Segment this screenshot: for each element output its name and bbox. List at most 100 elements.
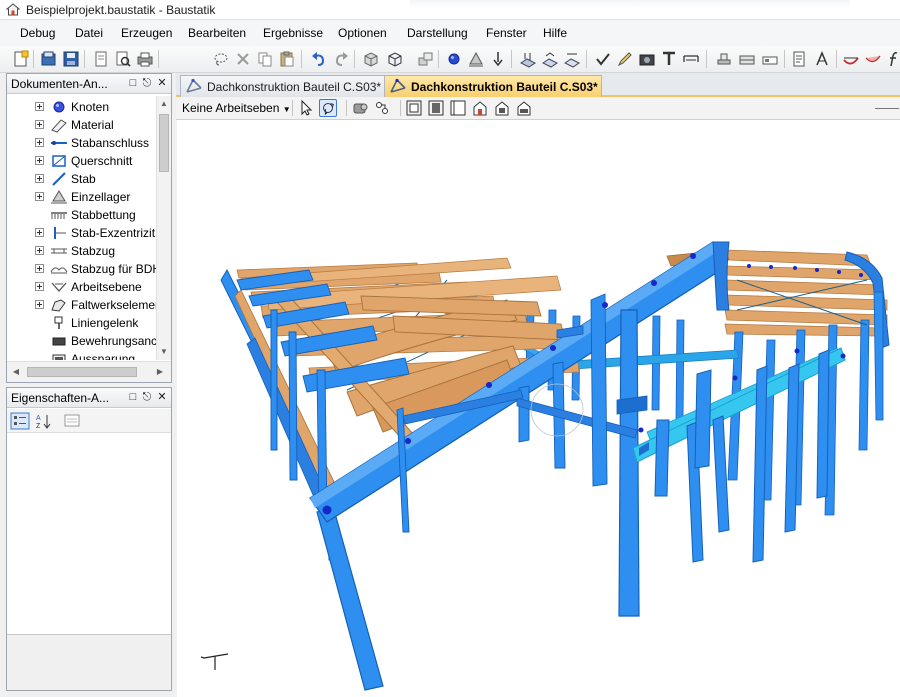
close-icon[interactable]: ✕ xyxy=(156,77,168,89)
pointer-icon[interactable] xyxy=(297,99,315,117)
menu-optionen[interactable]: Optionen xyxy=(338,26,387,40)
work-plane-select[interactable]: Keine Arbeitseben ▼ xyxy=(182,101,291,115)
expand-icon[interactable] xyxy=(35,102,44,111)
expand-icon[interactable] xyxy=(35,228,44,237)
save-icon[interactable] xyxy=(62,50,80,68)
categorized-icon[interactable] xyxy=(10,412,30,430)
tree-item-querschnitt[interactable]: Querschnitt xyxy=(7,152,157,170)
scroll-up-icon[interactable]: ▲ xyxy=(157,97,171,111)
plate-icon[interactable] xyxy=(715,50,733,68)
print-preview-icon[interactable] xyxy=(114,50,132,68)
load-area-icon[interactable] xyxy=(541,50,559,68)
tree-vertical-scrollbar[interactable]: ▲ ▼ xyxy=(156,96,171,360)
menu-datei[interactable]: Datei xyxy=(75,26,103,40)
scroll-thumb[interactable] xyxy=(159,114,169,172)
expand-icon[interactable] xyxy=(35,192,44,201)
view-left-icon[interactable] xyxy=(449,99,467,117)
panel-menu-icon[interactable]: □ xyxy=(127,77,139,89)
tree-item-bewehrungsanordnung[interactable]: Bewehrungsanc xyxy=(7,332,157,350)
tree-item-stabzug-bdh[interactable]: Stabzug für BDH xyxy=(7,260,157,278)
tree-item-faltwerkselement[interactable]: Faltwerkselemen xyxy=(7,296,157,314)
curve-icon[interactable] xyxy=(864,50,882,68)
render-icon[interactable] xyxy=(351,99,369,117)
move-icon[interactable] xyxy=(416,50,434,68)
delete-icon[interactable] xyxy=(234,50,252,68)
load-area-icon[interactable] xyxy=(563,50,581,68)
scroll-down-icon[interactable]: ▼ xyxy=(157,345,171,359)
menu-darstellung[interactable]: Darstellung xyxy=(407,26,468,40)
scroll-left-icon[interactable]: ◀ xyxy=(9,365,23,379)
menu-fenster[interactable]: Fenster xyxy=(486,26,527,40)
plate-icon[interactable] xyxy=(738,50,756,68)
expand-icon[interactable] xyxy=(35,120,44,129)
tree-item-knoten[interactable]: Knoten xyxy=(7,98,157,116)
view-right-icon[interactable] xyxy=(471,99,489,117)
text-icon[interactable] xyxy=(660,50,678,68)
pen-icon[interactable] xyxy=(616,50,634,68)
camera-icon[interactable] xyxy=(638,50,656,68)
frame-icon[interactable] xyxy=(761,50,779,68)
expand-icon[interactable] xyxy=(35,246,44,255)
tree-item-stabzug[interactable]: Stabzug xyxy=(7,242,157,260)
menu-hilfe[interactable]: Hilfe xyxy=(543,26,567,40)
menu-erzeugen[interactable]: Erzeugen xyxy=(121,26,172,40)
menu-debug[interactable]: Debug xyxy=(20,26,55,40)
close-icon[interactable]: ✕ xyxy=(156,391,168,403)
expand-icon[interactable] xyxy=(35,156,44,165)
page-icon[interactable] xyxy=(92,50,110,68)
load-area-icon[interactable] xyxy=(519,50,537,68)
expand-icon[interactable] xyxy=(35,282,44,291)
tab-dachkonstruktion-2[interactable]: Dachkonstruktion Bauteil C.S03* xyxy=(384,75,602,97)
expand-icon[interactable] xyxy=(35,138,44,147)
structure-3d-model[interactable] xyxy=(177,120,900,697)
checkmark-icon[interactable] xyxy=(594,50,612,68)
tab-dachkonstruktion-1[interactable]: Dachkonstruktion Bauteil C.S03* xyxy=(180,75,385,97)
paste-icon[interactable] xyxy=(278,50,296,68)
expand-icon[interactable] xyxy=(35,264,44,273)
open-icon[interactable] xyxy=(40,50,58,68)
view-cube-icon[interactable] xyxy=(386,50,404,68)
tree-item-liniengelenk[interactable]: Liniengelenk xyxy=(7,314,157,332)
node-icon[interactable] xyxy=(445,50,463,68)
print-icon[interactable] xyxy=(136,50,154,68)
tree-item-stab[interactable]: Stab xyxy=(7,170,157,188)
load-icon[interactable] xyxy=(489,50,507,68)
new-icon[interactable] xyxy=(12,50,30,68)
tree-horizontal-scrollbar[interactable]: ◀ ▶ xyxy=(7,361,171,382)
property-pages-icon[interactable] xyxy=(62,412,82,430)
view-iso-icon[interactable] xyxy=(515,99,533,117)
copy-icon[interactable] xyxy=(256,50,274,68)
design-icon[interactable] xyxy=(813,50,831,68)
tree-item-stab-exzentrizitaet[interactable]: Stab-Exzentrizit xyxy=(7,224,157,242)
view-top-icon[interactable] xyxy=(493,99,511,117)
view-back-icon[interactable] xyxy=(427,99,445,117)
support-icon[interactable] xyxy=(467,50,485,68)
minimize-button[interactable] xyxy=(844,0,872,20)
panel-menu-icon[interactable]: □ xyxy=(127,391,139,403)
undo-icon[interactable] xyxy=(310,50,328,68)
document-icon[interactable] xyxy=(790,50,808,68)
scroll-thumb[interactable] xyxy=(27,367,137,377)
tree-item-stabbettung[interactable]: Stabbettung xyxy=(7,206,157,224)
box-icon[interactable] xyxy=(362,50,380,68)
tree-item-einzellager[interactable]: Einzellager xyxy=(7,188,157,206)
lasso-icon[interactable] xyxy=(212,50,230,68)
expand-icon[interactable] xyxy=(35,174,44,183)
sort-az-icon[interactable]: AZ xyxy=(34,412,54,430)
dimension-icon[interactable] xyxy=(682,50,700,68)
pin-icon[interactable]: ⎋ xyxy=(141,77,153,89)
redo-icon[interactable] xyxy=(332,50,350,68)
menu-ergebnisse[interactable]: Ergebnisse xyxy=(263,26,323,40)
tree-item-arbeitsebene[interactable]: Arbeitsebene xyxy=(7,278,157,296)
tree-item-aussparung[interactable]: Aussparung xyxy=(7,350,157,360)
tree-item-material[interactable]: Material xyxy=(7,116,157,134)
model-viewport[interactable] xyxy=(177,120,900,697)
scroll-right-icon[interactable]: ▶ xyxy=(153,365,167,379)
view-front-icon[interactable] xyxy=(405,99,423,117)
menu-bearbeiten[interactable]: Bearbeiten xyxy=(188,26,246,40)
pin-icon[interactable]: ⎋ xyxy=(141,391,153,403)
orbit-icon[interactable] xyxy=(319,99,337,117)
expand-icon[interactable] xyxy=(35,300,44,309)
tree-item-stabanschluss[interactable]: Stabanschluss xyxy=(7,134,157,152)
maximize-button[interactable] xyxy=(872,0,900,20)
